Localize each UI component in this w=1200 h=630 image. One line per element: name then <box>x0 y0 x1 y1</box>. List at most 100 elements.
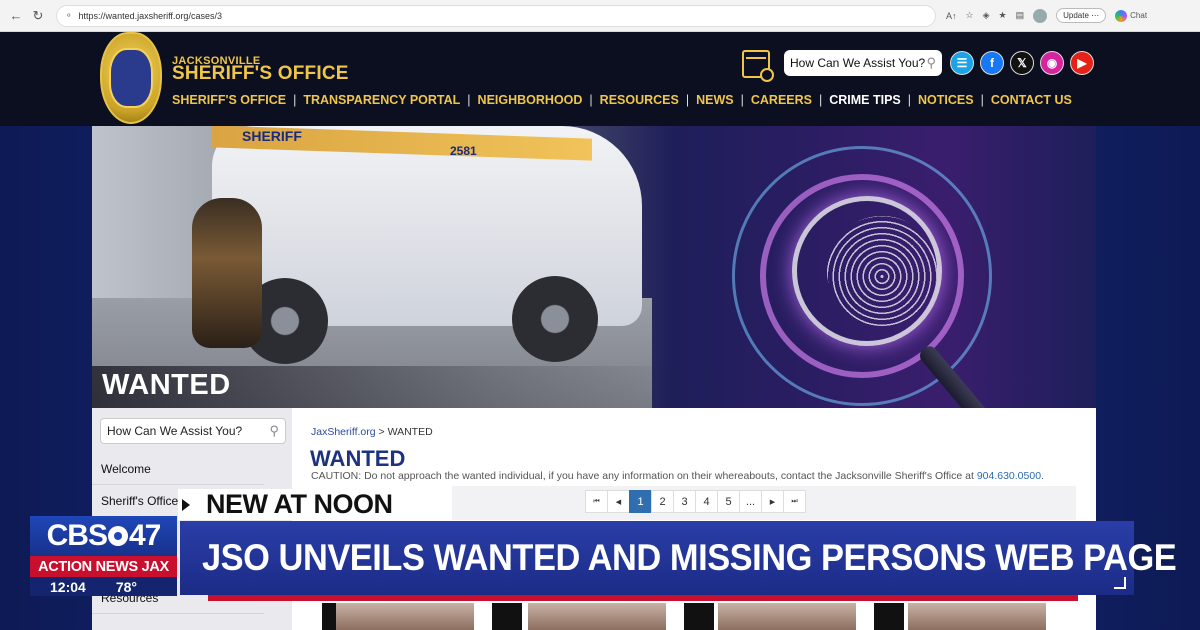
car-stripe-text: SHERIFF <box>242 128 302 144</box>
youtube-icon[interactable]: ▶ <box>1070 51 1094 75</box>
wanted-person-photo[interactable] <box>528 603 666 630</box>
sidebar-search-input[interactable]: How Can We Assist You? ⚲ <box>100 418 286 444</box>
nav-contact-us[interactable]: CONTACT US <box>984 93 1079 107</box>
header-left-edge <box>0 32 92 126</box>
cbs-logo-right: 47 <box>128 519 161 552</box>
wanted-person-photo[interactable] <box>718 603 856 630</box>
k9-dog-image <box>192 198 262 348</box>
page-button-5[interactable]: 5 <box>717 490 740 513</box>
main-nav: SHERIFF'S OFFICE | TRANSPARENCY PORTAL | N… <box>172 93 1079 107</box>
lock-icon: ⚬ <box>65 10 73 20</box>
caution-notice: CAUTION: Do not approach the wanted indi… <box>311 470 1044 482</box>
copilot-icon <box>1115 9 1128 22</box>
station-bug: CBS 47 ACTION NEWS JAX 12:04 78° <box>30 516 177 596</box>
breadcrumb: JaxSheriff.org > WANTED <box>311 426 433 438</box>
prev-page-button[interactable]: ◀ <box>607 490 630 513</box>
page-button-4[interactable]: 4 <box>695 490 718 513</box>
play-arrow-icon <box>182 498 190 511</box>
read-aloud-icon[interactable]: A↑ <box>946 11 957 21</box>
nav-careers[interactable]: CAREERS <box>744 93 819 107</box>
nav-neighborhood[interactable]: NEIGHBORHOOD <box>471 93 590 107</box>
chat-label: Chat <box>1130 11 1148 20</box>
cbs-logo-left: CBS <box>46 519 108 552</box>
hero-banner: SHERIFF 2581 WANTED <box>92 126 1096 408</box>
facebook-icon[interactable]: f <box>980 51 1004 75</box>
ticker-strip <box>208 595 1078 601</box>
last-page-button[interactable]: ⏭ <box>783 490 806 513</box>
headline-lower-third: JSO UNVEILS WANTED AND MISSING PERSONS W… <box>180 521 1177 595</box>
favorite-star-icon[interactable]: ☆ <box>966 10 974 21</box>
hero-title: WANTED <box>102 369 231 401</box>
car-number: 2581 <box>450 144 477 158</box>
kicker-bar: NEW AT NOON <box>178 489 442 520</box>
wanted-person-photo[interactable] <box>336 603 474 630</box>
url-text: https://wanted.jaxsheriff.org/cases/3 <box>78 10 222 21</box>
collections-icon[interactable]: ▤ <box>1016 10 1025 21</box>
copilot-chat-button[interactable]: Chat <box>1115 9 1148 22</box>
profile-avatar[interactable] <box>1033 8 1048 23</box>
kicker-text: NEW AT NOON <box>206 489 393 519</box>
site-header: JACKSONVILLE SHERIFF'S OFFICE SHERIFF'S … <box>92 32 1096 126</box>
nav-news[interactable]: NEWS <box>689 93 741 107</box>
translate-icon[interactable]: ☰ <box>950 51 974 75</box>
photo-gap <box>684 603 714 630</box>
nav-resources[interactable]: RESOURCES <box>593 93 686 107</box>
page-button-1[interactable]: 1 <box>629 490 652 513</box>
browser-actions: A↑ ☆ ◈ ★ ▤ Update ⋯ Chat <box>946 8 1147 23</box>
extensions-icon[interactable]: ◈ <box>983 10 990 21</box>
nav-sheriffs-office[interactable]: SHERIFF'S OFFICE <box>172 93 293 107</box>
breadcrumb-home-link[interactable]: JaxSheriff.org <box>311 426 376 438</box>
photo-gap <box>492 603 522 630</box>
header-right-edge <box>1096 32 1200 126</box>
wanted-person-photo[interactable] <box>908 603 1046 630</box>
action-news-label: ACTION NEWS JAX <box>30 556 177 577</box>
refresh-icon[interactable]: ↻ <box>28 6 48 26</box>
caution-text: CAUTION: Do not approach the wanted indi… <box>311 470 974 482</box>
cbs47-logo: CBS 47 <box>30 516 177 556</box>
wanted-photos-row <box>322 603 1082 630</box>
sidebar-search-placeholder: How Can We Assist You? <box>107 424 243 438</box>
page-title: WANTED <box>310 446 406 471</box>
nav-transparency-portal[interactable]: TRANSPARENCY PORTAL <box>296 93 467 107</box>
address-bar[interactable]: ⚬ https://wanted.jaxsheriff.org/cases/3 <box>56 4 936 27</box>
caution-phone-link[interactable]: 904.630.0500 <box>977 470 1041 482</box>
browser-toolbar: ← ↻ ⚬ https://wanted.jaxsheriff.org/case… <box>0 0 1200 32</box>
hero-title-band <box>92 366 1096 408</box>
headline-text: JSO UNVEILS WANTED AND MISSING PERSONS W… <box>202 537 1177 578</box>
header-search-input[interactable]: How Can We Assist You? ⚲ <box>784 50 942 76</box>
breadcrumb-current: WANTED <box>387 426 433 438</box>
page-button-3[interactable]: 3 <box>673 490 696 513</box>
nav-notices[interactable]: NOTICES <box>911 93 981 107</box>
header-search-placeholder: How Can We Assist You? <box>790 56 926 70</box>
page-ellipsis[interactable]: ... <box>739 490 762 513</box>
back-icon[interactable]: ← <box>6 6 26 26</box>
update-label: Update <box>1063 11 1089 20</box>
badge-emblem <box>109 48 153 108</box>
search-icon[interactable]: ⚲ <box>269 423 279 439</box>
first-page-button[interactable]: ⏮ <box>585 490 608 513</box>
next-page-button[interactable]: ▶ <box>761 490 784 513</box>
page-button-2[interactable]: 2 <box>651 490 674 513</box>
screenshot-frame: ← ↻ ⚬ https://wanted.jaxsheriff.org/case… <box>0 0 1200 630</box>
cbs-eye-icon <box>107 526 128 546</box>
breadcrumb-separator: > <box>378 426 385 438</box>
sheriff-badge-logo[interactable] <box>100 32 162 124</box>
calendar-clock-icon[interactable] <box>742 50 774 82</box>
time-temp-bar: 12:04 78° <box>30 577 177 596</box>
corner-bracket-icon <box>1114 577 1126 589</box>
x-icon[interactable]: 𝕏 <box>1010 51 1034 75</box>
clock-icon <box>760 68 774 82</box>
update-button[interactable]: Update ⋯ <box>1056 8 1107 23</box>
search-icon[interactable]: ⚲ <box>926 55 936 71</box>
favorites-icon[interactable]: ★ <box>999 10 1007 21</box>
nav-crime-tips[interactable]: CRIME TIPS <box>822 93 908 107</box>
fingerprint-icon <box>827 216 937 326</box>
caution-end: . <box>1041 470 1044 482</box>
brand-name[interactable]: SHERIFF'S OFFICE <box>172 63 349 85</box>
pagination: ⏮ ◀ 1 2 3 4 5 ... ▶ ⏭ <box>585 490 806 513</box>
instagram-icon[interactable]: ◉ <box>1040 51 1064 75</box>
photo-gap <box>874 603 904 630</box>
sidebar-item-welcome[interactable]: Welcome <box>92 453 264 485</box>
current-time: 12:04 <box>50 578 86 595</box>
car-wheel <box>512 276 598 362</box>
